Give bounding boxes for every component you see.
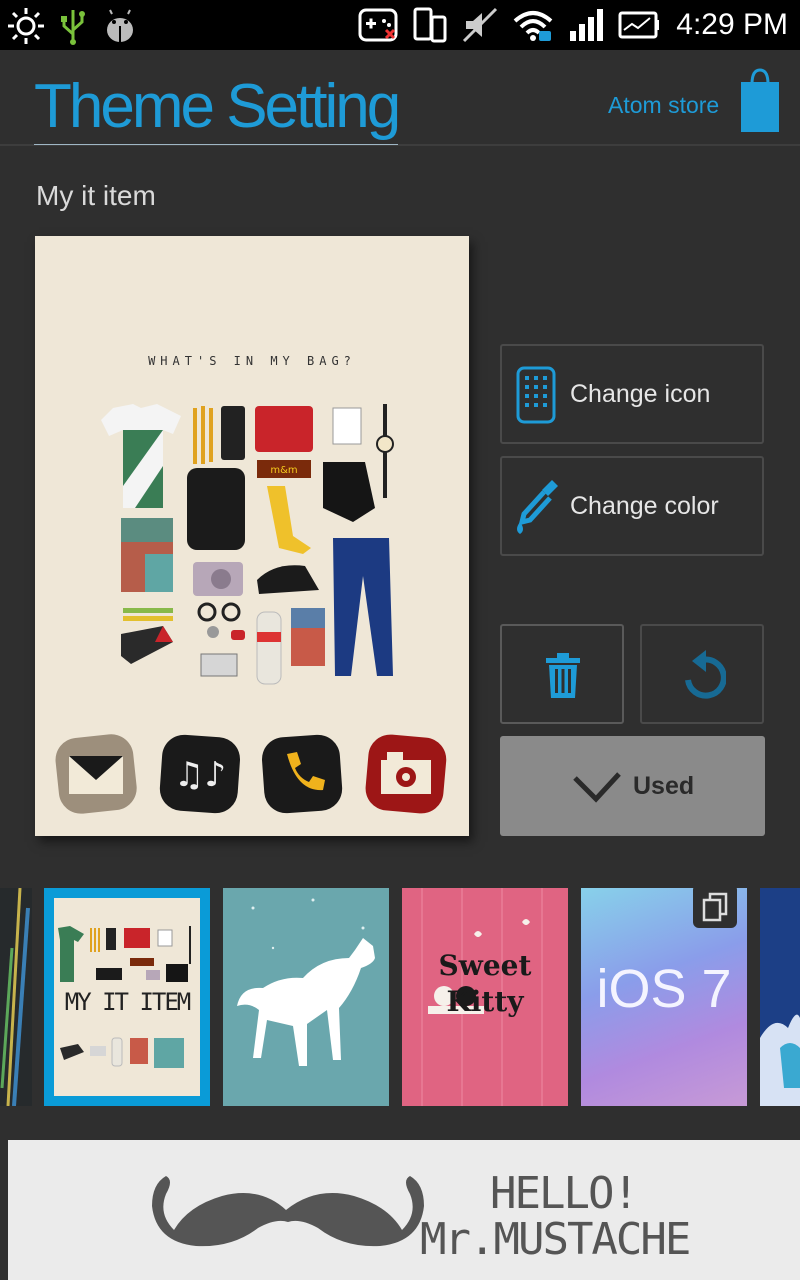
shopping-bag-icon[interactable] — [740, 68, 780, 134]
change-icon-button[interactable]: Change icon — [500, 344, 764, 444]
theme-name: My it item — [36, 180, 156, 211]
copy-icon — [702, 892, 728, 922]
theme-thumbnail-my-it-item[interactable]: MY IT ITEM — [44, 888, 210, 1106]
mute-icon — [463, 7, 498, 43]
atom-store-link[interactable]: Atom store — [608, 92, 719, 119]
battery-icon — [618, 11, 660, 39]
change-color-button[interactable]: Change color — [500, 456, 764, 556]
trash-icon — [546, 653, 580, 698]
phone-icon — [261, 734, 343, 814]
blue-art — [760, 1014, 800, 1106]
thumbnail-title-my-it-item: MY IT ITEM — [64, 988, 192, 1016]
controller-icon — [358, 8, 398, 42]
theme-thumbnail-fox[interactable] — [223, 888, 389, 1106]
theme-preview[interactable]: WHAT'S IN MY BAG? m&m ♫♪ — [35, 236, 469, 836]
status-bar: 4:29 PM — [0, 0, 800, 50]
title-underline — [34, 144, 398, 145]
phone-grid-icon — [516, 366, 556, 424]
mustache-icon — [152, 1176, 424, 1247]
signal-icon — [570, 9, 604, 41]
phone-devices-icon — [413, 7, 447, 43]
android-debug-icon — [107, 9, 133, 42]
theme-thumbnail-ios7[interactable]: iOS 7 — [581, 888, 747, 1106]
bag-items-illustration: m&m — [101, 404, 394, 685]
reset-button[interactable] — [640, 624, 764, 724]
theme-thumbnail-sweet-kitty[interactable]: Sweet Kitty — [402, 888, 568, 1106]
mail-icon — [55, 734, 137, 814]
checkmark-icon — [573, 772, 621, 803]
thumbnail-title-ios7: iOS 7 — [596, 959, 732, 1019]
eyedropper-icon — [517, 480, 558, 534]
white-fox-art — [237, 898, 375, 1066]
copy-badge — [693, 888, 737, 928]
svg-text:♫♪: ♫♪ — [174, 755, 226, 795]
clock: 4:29 PM — [676, 8, 788, 41]
brightness-icon — [8, 8, 44, 44]
wifi-icon — [513, 11, 553, 41]
used-button[interactable]: Used — [500, 736, 765, 836]
camera-icon — [365, 734, 447, 814]
page-title: Theme Setting — [34, 72, 401, 141]
theme-carousel[interactable]: MY IT ITEM Sweet Kitty iOS 7 — [0, 888, 800, 1106]
dock-icons: ♫♪ — [35, 730, 469, 826]
promo-banner[interactable]: HELLO! Mr.MUSTACHE — [8, 1140, 800, 1280]
abstract-art — [0, 888, 30, 1106]
used-label: Used — [633, 772, 695, 800]
action-bar: Theme Setting Atom store — [0, 50, 800, 146]
music-icon: ♫♪ — [159, 734, 241, 814]
thumbnail-title-sweet-kitty: Sweet Kitty — [438, 949, 532, 1018]
banner-line2: Mr.MUSTACHE — [420, 1214, 691, 1265]
usb-icon — [61, 10, 85, 45]
change-color-label: Change color — [570, 492, 719, 520]
change-icon-label: Change icon — [570, 380, 711, 408]
theme-thumbnail-partial-left[interactable] — [0, 888, 32, 1106]
theme-thumbnail-partial-right[interactable] — [760, 888, 800, 1106]
delete-button[interactable] — [500, 624, 624, 724]
svg-text:m&m: m&m — [270, 465, 297, 476]
reset-icon — [685, 650, 726, 699]
banner-line1: HELLO! — [490, 1168, 639, 1219]
